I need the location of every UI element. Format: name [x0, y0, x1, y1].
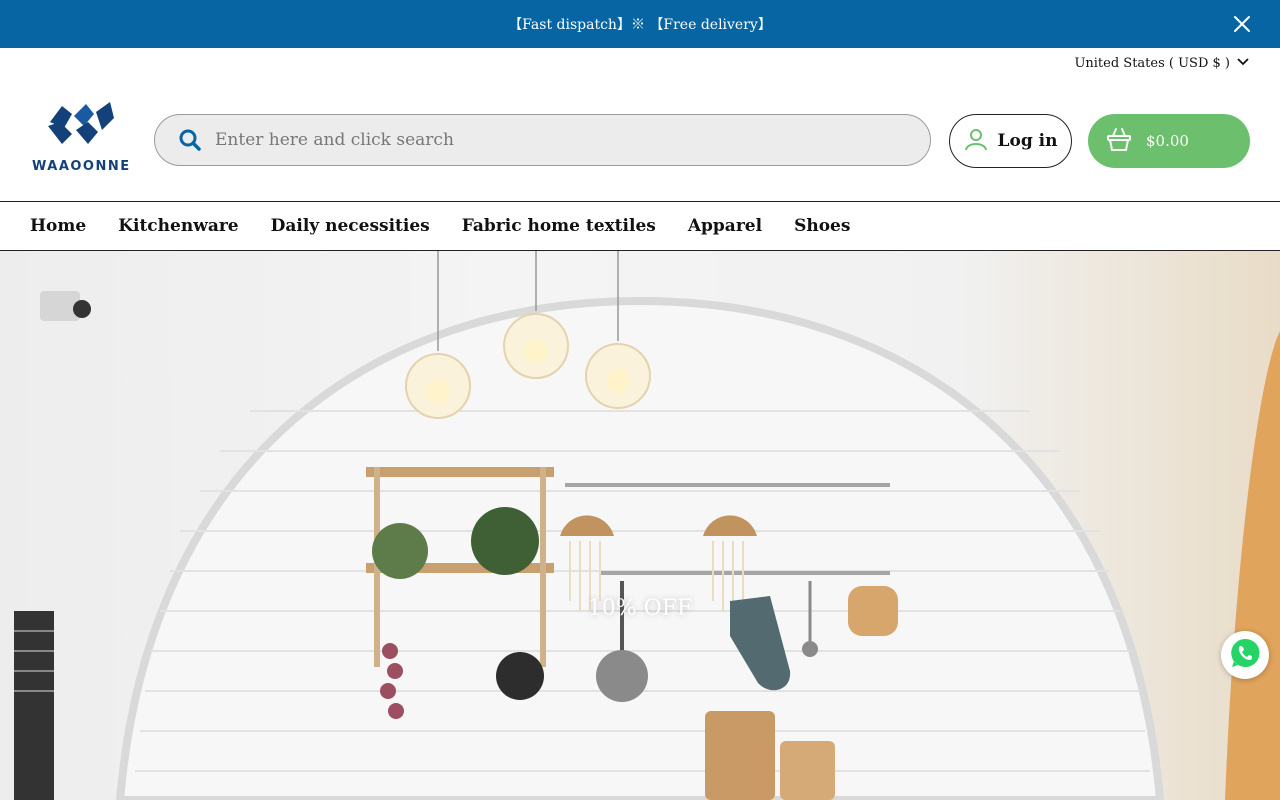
whatsapp-chat-button[interactable]	[1221, 631, 1269, 679]
cart-button[interactable]: $0.00	[1088, 114, 1250, 168]
user-icon	[964, 127, 988, 156]
login-label: Log in	[997, 131, 1058, 151]
login-button[interactable]: Log in	[949, 114, 1072, 168]
search-icon[interactable]	[179, 129, 201, 151]
nav-item-home[interactable]: Home	[30, 216, 86, 236]
logo-mark	[48, 102, 114, 144]
cart-total: $0.00	[1146, 132, 1189, 150]
whatsapp-icon	[1229, 637, 1261, 673]
announcement-bar: 【Fast dispatch】※ 【Free delivery】	[0, 0, 1280, 48]
nav-item-shoes[interactable]: Shoes	[794, 216, 850, 236]
nav-item-fabric-home-textiles[interactable]: Fabric home textiles	[462, 216, 656, 236]
logo-wordmark: WAAOONNE	[32, 159, 131, 174]
basket-icon	[1106, 126, 1132, 156]
hero-kitchen-image	[14, 251, 1280, 800]
locale-label: United States ( USD $ )	[1074, 55, 1230, 71]
country-currency-selector[interactable]: United States ( USD $ )	[1074, 52, 1250, 74]
nav-item-apparel[interactable]: Apparel	[688, 216, 762, 236]
nav-item-daily-necessities[interactable]: Daily necessities	[271, 216, 430, 236]
hero-caption: 10% OFF	[587, 596, 693, 621]
nav-item-kitchenware[interactable]: Kitchenware	[118, 216, 238, 236]
close-icon[interactable]	[1230, 12, 1254, 36]
chevron-down-icon	[1236, 54, 1250, 72]
brand-logo[interactable]: WAAOONNE	[32, 100, 131, 174]
hero-banner[interactable]: 10% OFF	[0, 251, 1280, 800]
search-input[interactable]	[213, 129, 930, 151]
main-navigation: Home Kitchenware Daily necessities Fabri…	[0, 201, 1280, 251]
search-bar[interactable]	[154, 114, 931, 166]
announcement-text: 【Fast dispatch】※ 【Free delivery】	[508, 17, 772, 33]
